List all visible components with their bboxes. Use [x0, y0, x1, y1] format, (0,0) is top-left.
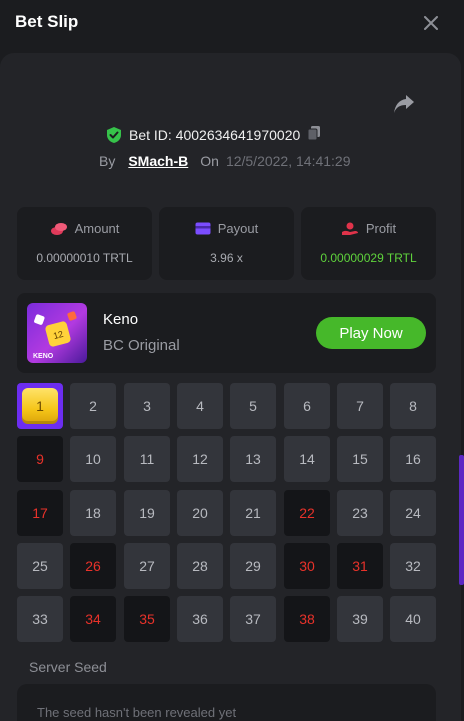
keno-cell-27[interactable]: 27 — [124, 543, 170, 589]
payout-label: Payout — [217, 221, 259, 236]
keno-thumbnail[interactable]: 12 KENO — [27, 303, 87, 363]
amount-label: Amount — [74, 221, 120, 236]
shield-check-icon — [107, 127, 121, 143]
keno-cell-34[interactable]: 34 — [70, 596, 116, 642]
server-seed-field[interactable]: The seed hasn't been revealed yet — [17, 684, 436, 721]
keno-cell-8[interactable]: 8 — [390, 383, 436, 429]
keno-cell-4[interactable]: 4 — [177, 383, 223, 429]
card-icon — [195, 222, 211, 235]
share-icon — [394, 95, 414, 113]
keno-cell-1[interactable]: 1 — [17, 383, 63, 429]
keno-cell-28[interactable]: 28 — [177, 543, 223, 589]
server-seed-text: The seed hasn't been revealed yet — [37, 705, 237, 720]
dice-icon: 12 KENO — [33, 311, 77, 360]
profit-label: Profit — [365, 221, 397, 236]
username-link[interactable]: SMach-B — [128, 153, 188, 169]
keno-cell-10[interactable]: 10 — [70, 436, 116, 482]
keno-cell-14[interactable]: 14 — [284, 436, 330, 482]
bet-id-text: Bet ID: 4002634641970020 — [129, 127, 301, 143]
keno-cell-3[interactable]: 3 — [124, 383, 170, 429]
hand-coin-icon — [341, 222, 358, 235]
keno-cell-7[interactable]: 7 — [337, 383, 383, 429]
game-subtitle: BC Original — [103, 337, 180, 354]
keno-cell-38[interactable]: 38 — [284, 596, 330, 642]
bet-slip-header: Bet Slip — [0, 0, 464, 46]
on-label: On — [200, 153, 219, 169]
keno-cell-6[interactable]: 6 — [284, 383, 330, 429]
keno-selected-chip: 1 — [22, 388, 58, 424]
keno-cell-18[interactable]: 18 — [70, 490, 116, 536]
keno-cell-35[interactable]: 35 — [124, 596, 170, 642]
close-button[interactable] — [420, 12, 442, 34]
by-label: By — [99, 153, 116, 169]
play-now-button[interactable]: Play Now — [316, 317, 426, 349]
payout-value: 3.96 x — [210, 251, 243, 265]
keno-cell-12[interactable]: 12 — [177, 436, 223, 482]
game-card: 12 KENO Keno BC Original Play Now — [17, 293, 436, 373]
game-name: Keno — [103, 311, 139, 328]
close-icon — [424, 16, 438, 30]
copy-icon — [307, 125, 321, 140]
keno-cell-39[interactable]: 39 — [337, 596, 383, 642]
keno-cell-37[interactable]: 37 — [230, 596, 276, 642]
keno-cell-22[interactable]: 22 — [284, 490, 330, 536]
profit-value: 0.00000029 TRTL — [320, 251, 417, 265]
share-button[interactable] — [392, 93, 416, 115]
keno-cell-31[interactable]: 31 — [337, 543, 383, 589]
keno-cell-17[interactable]: 17 — [17, 490, 63, 536]
keno-cell-11[interactable]: 11 — [124, 436, 170, 482]
modal-title: Bet Slip — [15, 12, 79, 31]
amount-value: 0.00000010 TRTL — [36, 251, 133, 265]
keno-cell-40[interactable]: 40 — [390, 596, 436, 642]
amount-stat: Amount 0.00000010 TRTL — [17, 207, 152, 280]
keno-thumb-text: KENO — [33, 353, 54, 360]
keno-cell-20[interactable]: 20 — [177, 490, 223, 536]
coins-icon — [50, 222, 67, 235]
keno-cell-2[interactable]: 2 — [70, 383, 116, 429]
keno-cell-9[interactable]: 9 — [17, 436, 63, 482]
keno-cell-25[interactable]: 25 — [17, 543, 63, 589]
keno-cell-23[interactable]: 23 — [337, 490, 383, 536]
bet-datetime: 12/5/2022, 14:41:29 — [225, 153, 351, 169]
copy-button[interactable] — [307, 125, 321, 146]
bet-meta-row: By SMach-B On 12/5/2022, 14:41:29 — [99, 151, 351, 171]
keno-cell-5[interactable]: 5 — [230, 383, 276, 429]
keno-cell-16[interactable]: 16 — [390, 436, 436, 482]
payout-stat: Payout 3.96 x — [159, 207, 294, 280]
keno-cell-30[interactable]: 30 — [284, 543, 330, 589]
keno-cell-29[interactable]: 29 — [230, 543, 276, 589]
keno-cell-21[interactable]: 21 — [230, 490, 276, 536]
bet-id-row: Bet ID: 4002634641970020 — [106, 124, 321, 146]
keno-cell-32[interactable]: 32 — [390, 543, 436, 589]
keno-cell-26[interactable]: 26 — [70, 543, 116, 589]
keno-cell-24[interactable]: 24 — [390, 490, 436, 536]
profit-stat: Profit 0.00000029 TRTL — [301, 207, 436, 280]
server-seed-label: Server Seed — [29, 659, 107, 675]
scrollbar[interactable] — [459, 455, 464, 585]
keno-cell-15[interactable]: 15 — [337, 436, 383, 482]
keno-cell-19[interactable]: 19 — [124, 490, 170, 536]
keno-cell-13[interactable]: 13 — [230, 436, 276, 482]
keno-cell-36[interactable]: 36 — [177, 596, 223, 642]
keno-cell-33[interactable]: 33 — [17, 596, 63, 642]
